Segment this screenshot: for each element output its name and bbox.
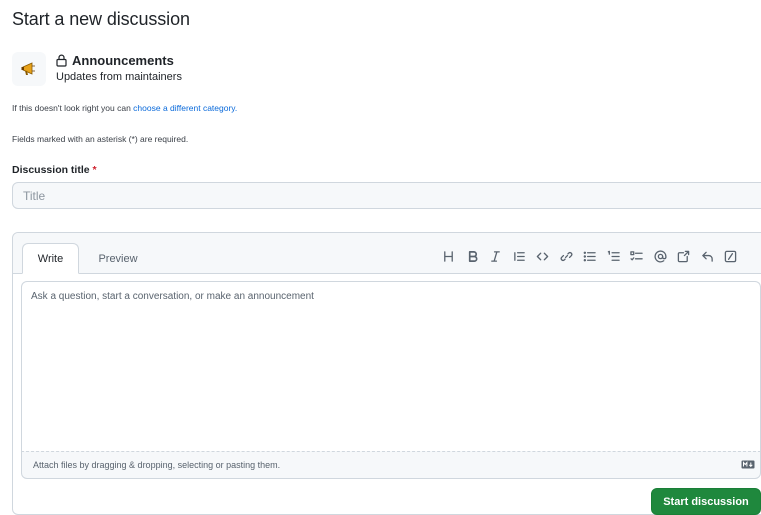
italic-icon[interactable]	[484, 247, 508, 265]
discussion-title-label-text: Discussion title	[12, 164, 90, 176]
link-icon[interactable]	[555, 247, 579, 265]
lock-icon	[56, 54, 67, 67]
quote-icon[interactable]	[508, 247, 532, 265]
heading-icon[interactable]	[437, 247, 461, 265]
discussion-title-input[interactable]	[12, 182, 761, 209]
megaphone-icon	[21, 62, 35, 75]
markdown-icon	[741, 460, 755, 469]
cross-reference-icon[interactable]	[672, 247, 696, 265]
category-emoji	[12, 52, 46, 86]
category-description: Updates from maintainers	[56, 71, 182, 83]
start-discussion-button[interactable]: Start discussion	[651, 488, 761, 515]
required-fields-note: Fields marked with an asterisk (*) are r…	[12, 134, 189, 144]
category-name: Announcements	[72, 53, 174, 68]
attach-files-text: Attach files by dragging & dropping, sel…	[33, 460, 281, 470]
markdown-toolbar	[437, 247, 743, 265]
required-asterisk: *	[92, 164, 97, 176]
editor-header: Write Preview	[13, 233, 761, 274]
discussion-title-label: Discussion title *	[12, 164, 97, 176]
comment-editor: Write Preview Attach files by dragging &…	[12, 232, 761, 515]
code-icon[interactable]	[531, 247, 555, 265]
ordered-list-icon[interactable]	[602, 247, 626, 265]
discussion-body-textarea[interactable]	[21, 281, 761, 451]
unordered-list-icon[interactable]	[578, 247, 602, 265]
mention-icon[interactable]	[649, 247, 673, 265]
tab-write[interactable]: Write	[22, 243, 79, 274]
category-name-row: Announcements	[56, 53, 174, 68]
attach-files-bar[interactable]: Attach files by dragging & dropping, sel…	[21, 451, 761, 479]
change-category-text: If this doesn't look right you can choos…	[12, 103, 237, 113]
change-category-link[interactable]: choose a different category.	[133, 103, 237, 113]
page-title: Start a new discussion	[12, 9, 190, 29]
tab-preview[interactable]: Preview	[87, 243, 149, 274]
change-category-prefix: If this doesn't look right you can	[12, 103, 134, 113]
bold-icon[interactable]	[461, 247, 485, 265]
slash-commands-icon[interactable]	[719, 247, 743, 265]
task-list-icon[interactable]	[625, 247, 649, 265]
saved-replies-icon[interactable]	[696, 247, 720, 265]
